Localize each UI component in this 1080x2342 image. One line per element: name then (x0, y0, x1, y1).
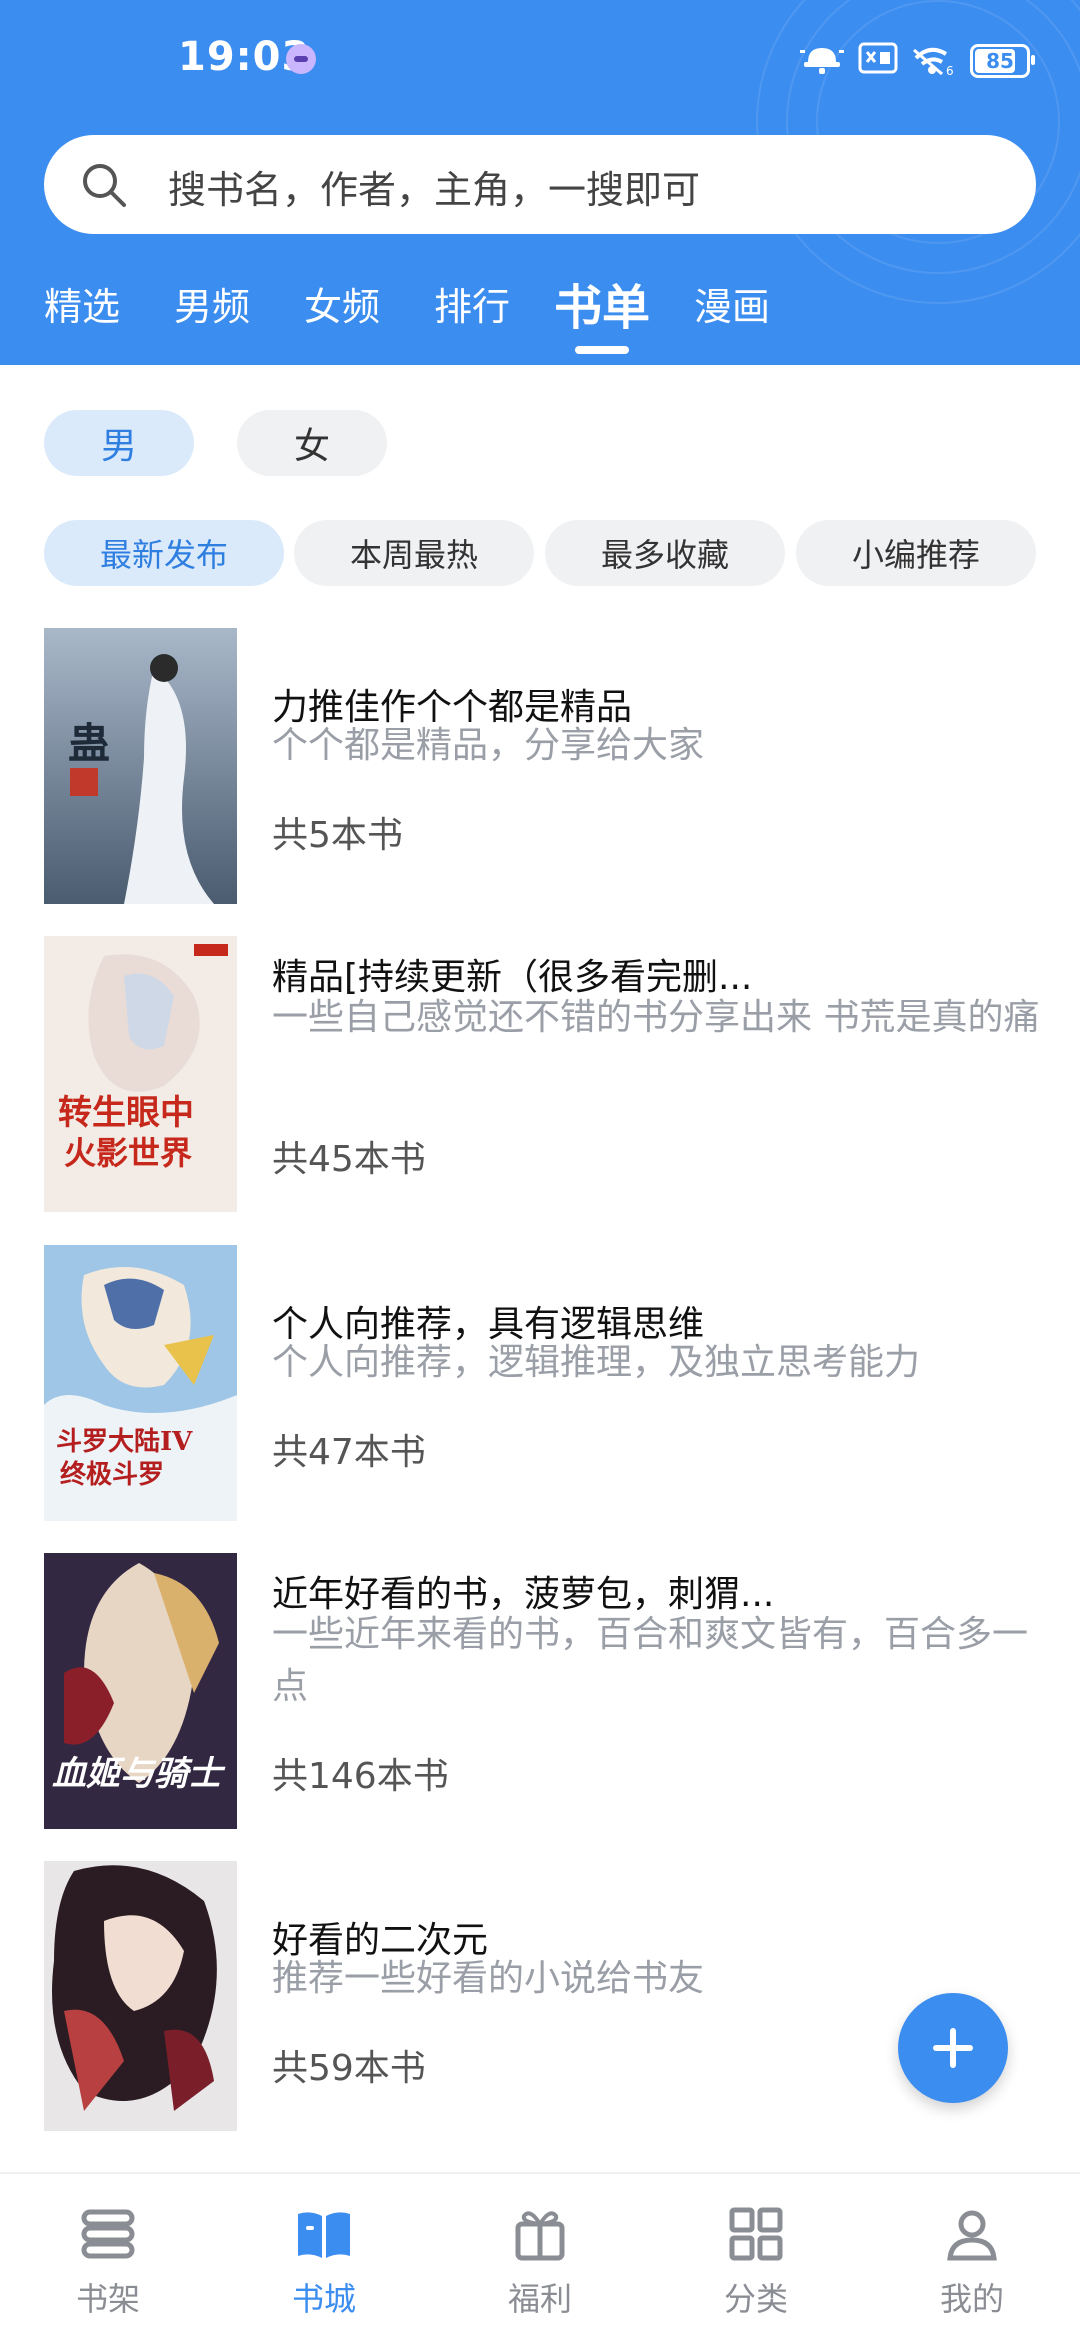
booklist-description: 个人向推荐，逻辑推理，及独立思考能力 (272, 1342, 921, 1383)
sort-most-saved-chip[interactable]: 最多收藏 (545, 520, 785, 586)
booklist-item[interactable]: 血姬与骑士 近年好看的书，菠萝包，刺猬... 一些近年来看的书，百合和爽文皆有，… (0, 1553, 1080, 1833)
grid-icon (729, 2207, 783, 2261)
book-cover: 转生眼中 火影世界 (44, 936, 237, 1212)
nav-bookstore[interactable]: 书城 (216, 2174, 432, 2342)
book-cover (44, 1861, 237, 2131)
category-tabs: 精选 男频 女频 排行 书单 漫画 (0, 260, 1080, 360)
search-input[interactable]: 搜书名，作者，主角，一搜即可 (44, 135, 1036, 234)
search-placeholder: 搜书名，作者，主角，一搜即可 (168, 168, 701, 212)
booklist-count: 共59本书 (272, 2048, 426, 2089)
svg-text:蛊: 蛊 (68, 719, 110, 768)
nav-label: 我的 (939, 2280, 1004, 2318)
gender-male-button[interactable]: 男 (44, 410, 194, 476)
create-booklist-button[interactable] (898, 1993, 1008, 2103)
nav-label: 福利 (507, 2280, 572, 2318)
battery-indicator: 85 (970, 44, 1035, 78)
gender-female-button[interactable]: 女 (237, 410, 387, 476)
booklist-count: 共146本书 (272, 1756, 449, 1797)
book-cover: 蛊 (44, 628, 237, 904)
book-open-icon (298, 2212, 350, 2258)
nav-profile[interactable]: 我的 (864, 2174, 1080, 2342)
booklist-description: 个个都是精品，分享给大家 (272, 725, 705, 766)
sort-latest-chip[interactable]: 最新发布 (44, 520, 284, 586)
booklist-item[interactable]: 转生眼中 火影世界 精品[持续更新（很多看完删... 一些自己感觉还不错的书分享… (0, 936, 1080, 1216)
svg-text:血姬与骑士: 血姬与骑士 (52, 1754, 226, 1794)
bookshelf-icon (81, 2209, 135, 2259)
active-tab-indicator (575, 346, 629, 354)
nav-label: 书城 (291, 2280, 356, 2318)
tab-comics[interactable]: 漫画 (694, 276, 770, 331)
booklist-description: 一些自己感觉还不错的书分享出来 书荒是真的痛 (272, 997, 1040, 1038)
svg-text:斗罗大陆IV: 斗罗大陆IV (56, 1426, 193, 1457)
wifi-icon: 6 (913, 47, 954, 76)
tab-booklists[interactable]: 书单 (554, 268, 650, 338)
nav-label: 分类 (723, 2280, 788, 2318)
sim-icon (858, 42, 898, 74)
header: 19:03 6 85 搜书名，作者，主角，一搜即可 精选 男频 女频 排行 书单… (0, 0, 1080, 365)
nav-category[interactable]: 分类 (648, 2174, 864, 2342)
user-icon (947, 2210, 997, 2261)
booklist-item[interactable]: 好看的二次元 推荐一些好看的小说给书友 共59本书 (0, 1861, 1080, 2141)
tab-ranking[interactable]: 排行 (434, 276, 510, 331)
booklist-description: 一些近年来看的书，百合和爽文皆有，百合多一点 (272, 1614, 1029, 1707)
gift-icon (515, 2211, 565, 2261)
svg-text:6: 6 (946, 64, 954, 76)
nav-bookshelf[interactable]: 书架 (0, 2174, 216, 2342)
app-notification-icon (286, 44, 316, 74)
status-bar: 19:03 6 85 (0, 0, 1080, 120)
tab-featured[interactable]: 精选 (44, 276, 120, 331)
book-cover: 斗罗大陆IV 终极斗罗 (44, 1245, 237, 1521)
svg-text:火影世界: 火影世界 (64, 1134, 192, 1172)
plus-icon (933, 2028, 973, 2068)
booklist-description: 推荐一些好看的小说给书友 (272, 1958, 705, 1999)
booklist-count: 共5本书 (272, 815, 403, 856)
nav-label: 书架 (75, 2280, 140, 2318)
sort-weekly-hot-chip[interactable]: 本周最热 (294, 520, 534, 586)
booklist-item[interactable]: 蛊 力推佳作个个都是精品 个个都是精品，分享给大家 共5本书 (0, 628, 1080, 908)
alarm-icon (800, 48, 844, 74)
svg-text:终极斗罗: 终极斗罗 (60, 1459, 164, 1490)
sort-editor-pick-chip[interactable]: 小编推荐 (796, 520, 1036, 586)
svg-text:转生眼中: 转生眼中 (58, 1093, 194, 1133)
search-icon (83, 164, 126, 207)
booklist-item[interactable]: 斗罗大陆IV 终极斗罗 个人向推荐，具有逻辑思维 个人向推荐，逻辑推理，及独立思… (0, 1245, 1080, 1525)
book-cover: 血姬与骑士 (44, 1553, 237, 1829)
bottom-nav: 书架 书城 福利 分类 我的 (0, 2172, 1080, 2342)
nav-welfare[interactable]: 福利 (432, 2174, 648, 2342)
booklist-count: 共47本书 (272, 1432, 426, 1473)
tab-male[interactable]: 男频 (174, 276, 250, 331)
booklist-count: 共45本书 (272, 1139, 426, 1180)
tab-female[interactable]: 女频 (304, 276, 380, 331)
